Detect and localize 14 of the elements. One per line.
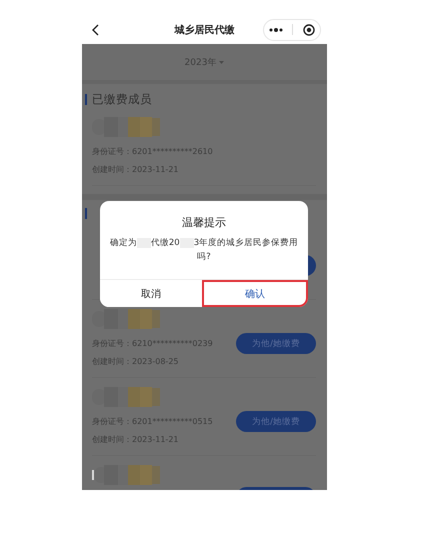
confirm-button[interactable]: 确认 xyxy=(202,280,308,307)
accent-bar xyxy=(85,94,87,104)
page-title: 城乡居民代缴 xyxy=(174,24,234,36)
more-icon[interactable] xyxy=(268,26,283,32)
pay-button[interactable]: 为他/她缴费 xyxy=(236,411,316,432)
pay-button[interactable]: 为他/她缴费 xyxy=(236,333,316,354)
accent-bar xyxy=(85,208,87,218)
dialog-message: 确定为 代缴20 3年度的城乡居民参保费用吗? xyxy=(109,236,299,264)
caret-icon xyxy=(219,60,224,64)
section-title: 已缴费成员 xyxy=(92,92,152,106)
dialog-title: 温馨提示 xyxy=(182,215,226,231)
back-icon[interactable] xyxy=(92,24,100,36)
close-target-icon[interactable] xyxy=(303,24,316,36)
pixelated-name-drawing xyxy=(92,465,162,485)
